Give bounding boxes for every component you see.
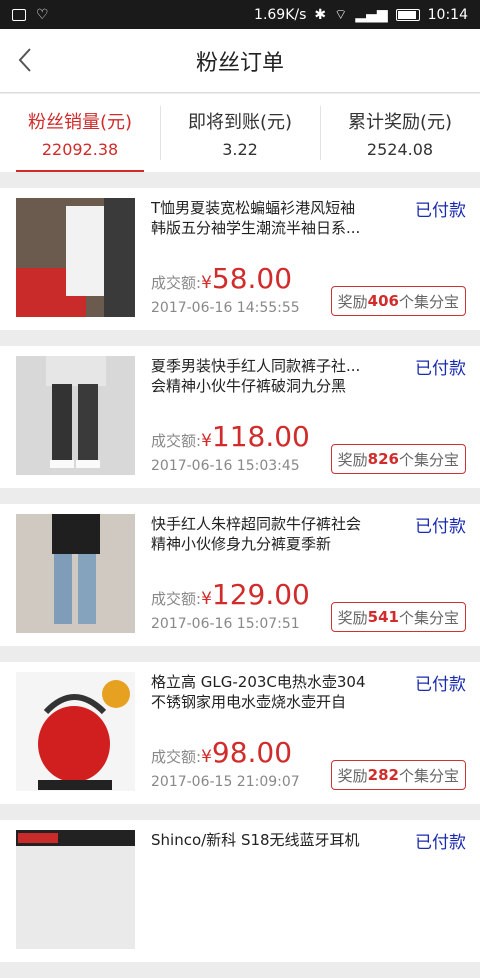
tab-fan-sales[interactable]: 粉丝销量(元) 22092.38 bbox=[0, 94, 160, 172]
product-image bbox=[16, 198, 135, 317]
order-date: 2017-06-16 14:55:55 bbox=[151, 300, 300, 316]
product-name: Shinco/新科 S18无线蓝牙耳机 bbox=[151, 831, 360, 849]
product-name: 快手红人朱梓超同款牛仔裤社会精神小伙修身九分裤夏季新 bbox=[151, 515, 362, 553]
currency: ¥ bbox=[201, 273, 212, 293]
tab-label: 累计奖励(元) bbox=[347, 111, 453, 133]
reward-badge: 奖励 541 个集分宝 bbox=[330, 602, 466, 632]
tab-value: 2524.08 bbox=[366, 139, 434, 159]
order-date: 2017-06-16 15:03:45 bbox=[151, 458, 300, 474]
reward-count: 406 bbox=[367, 292, 399, 310]
shield-icon: ♡ bbox=[36, 6, 49, 23]
price-label: 成交额: bbox=[151, 274, 202, 292]
product-image bbox=[16, 672, 135, 791]
order-card[interactable]: 格立高 GLG-203C电热水壶304不锈钢家用电水壶烧水壶开自 已付款 成交额… bbox=[0, 662, 480, 804]
product-name: 夏季男装快手红人同款裤子社...会精神小伙牛仔裤破洞九分黑 bbox=[151, 357, 361, 395]
bluetooth-icon: ✱ bbox=[314, 6, 327, 23]
order-card[interactable]: 快手红人朱梓超同款牛仔裤社会精神小伙修身九分裤夏季新 已付款 成交额: ¥ 12… bbox=[0, 504, 480, 646]
order-status: 已付款 bbox=[415, 675, 466, 695]
reward-prefix: 奖励 bbox=[337, 450, 368, 469]
product-image bbox=[16, 356, 135, 475]
tab-label: 即将到账(元) bbox=[187, 111, 293, 133]
order-card[interactable]: 夏季男装快手红人同款裤子社...会精神小伙牛仔裤破洞九分黑 已付款 成交额: ¥… bbox=[0, 346, 480, 488]
price-row: 成交额: ¥ 129.00 bbox=[151, 578, 310, 611]
price-row: 成交额: ¥ 118.00 bbox=[151, 420, 310, 453]
order-status: 已付款 bbox=[415, 359, 466, 379]
price-row: 成交额: ¥ 98.00 bbox=[151, 736, 292, 769]
wifi-icon: ⌔ bbox=[334, 6, 348, 23]
currency: ¥ bbox=[201, 431, 212, 451]
summary-tabs: 粉丝销量(元) 22092.38 即将到账(元) 3.22 累计奖励(元) 25… bbox=[0, 94, 480, 172]
reward-badge: 奖励 826 个集分宝 bbox=[330, 444, 466, 474]
product-image bbox=[16, 514, 135, 633]
price: 98.00 bbox=[211, 736, 293, 769]
product-image bbox=[16, 830, 135, 949]
network-speed: 1.69K/s bbox=[254, 6, 307, 23]
price-row: 成交额: ¥ 58.00 bbox=[151, 262, 292, 295]
tab-value: 22092.38 bbox=[41, 139, 119, 159]
product-name: T恤男夏装宽松蝙蝠衫港风短袖韩版五分袖学生潮流半袖日系... bbox=[151, 199, 361, 237]
currency: ¥ bbox=[201, 747, 212, 767]
price-label: 成交额: bbox=[151, 590, 202, 608]
battery-icon bbox=[395, 8, 420, 21]
tab-pending[interactable]: 即将到账(元) 3.22 bbox=[160, 94, 320, 172]
tab-total-reward[interactable]: 累计奖励(元) 2524.08 bbox=[320, 94, 480, 172]
reward-suffix: 个集分宝 bbox=[398, 450, 459, 469]
reward-badge: 奖励 282 个集分宝 bbox=[330, 760, 466, 790]
order-status: 已付款 bbox=[415, 517, 466, 537]
signal-icon: ▂▄▆ bbox=[355, 6, 388, 23]
order-status: 已付款 bbox=[415, 201, 466, 221]
price-label: 成交额: bbox=[151, 748, 202, 766]
reward-prefix: 奖励 bbox=[337, 292, 368, 311]
price: 118.00 bbox=[211, 420, 310, 453]
price-label: 成交额: bbox=[151, 432, 202, 450]
reward-suffix: 个集分宝 bbox=[398, 292, 459, 311]
reward-suffix: 个集分宝 bbox=[398, 766, 459, 785]
order-list: T恤男夏装宽松蝙蝠衫港风短袖韩版五分袖学生潮流半袖日系... 已付款 成交额: … bbox=[0, 188, 480, 978]
order-status: 已付款 bbox=[415, 833, 466, 853]
page-title: 粉丝订单 bbox=[195, 50, 284, 76]
product-name: 格立高 GLG-203C电热水壶304不锈钢家用电水壶烧水壶开自 bbox=[151, 673, 366, 711]
order-card[interactable]: Shinco/新科 S18无线蓝牙耳机 已付款 bbox=[0, 820, 480, 962]
price: 58.00 bbox=[211, 262, 293, 295]
order-card[interactable]: T恤男夏装宽松蝙蝠衫港风短袖韩版五分袖学生潮流半袖日系... 已付款 成交额: … bbox=[0, 188, 480, 330]
tab-label: 粉丝销量(元) bbox=[27, 111, 133, 133]
order-date: 2017-06-16 15:07:51 bbox=[151, 616, 300, 632]
reward-count: 282 bbox=[367, 766, 399, 784]
order-date: 2017-06-15 21:09:07 bbox=[151, 774, 300, 790]
tab-value: 3.22 bbox=[222, 139, 258, 159]
reward-count: 826 bbox=[367, 450, 399, 468]
reward-suffix: 个集分宝 bbox=[398, 608, 459, 627]
back-icon[interactable] bbox=[14, 45, 38, 75]
reward-badge: 奖励 406 个集分宝 bbox=[330, 286, 466, 316]
reward-prefix: 奖励 bbox=[337, 608, 368, 627]
currency: ¥ bbox=[201, 589, 212, 609]
header: 粉丝订单 bbox=[0, 29, 480, 93]
price: 129.00 bbox=[211, 578, 310, 611]
reward-count: 541 bbox=[367, 608, 399, 626]
reward-prefix: 奖励 bbox=[337, 766, 368, 785]
status-bar: ♡ 1.69K/s ✱ ⌔ ▂▄▆ 10:14 bbox=[0, 0, 480, 29]
image-icon bbox=[12, 8, 26, 21]
clock: 10:14 bbox=[427, 6, 468, 23]
